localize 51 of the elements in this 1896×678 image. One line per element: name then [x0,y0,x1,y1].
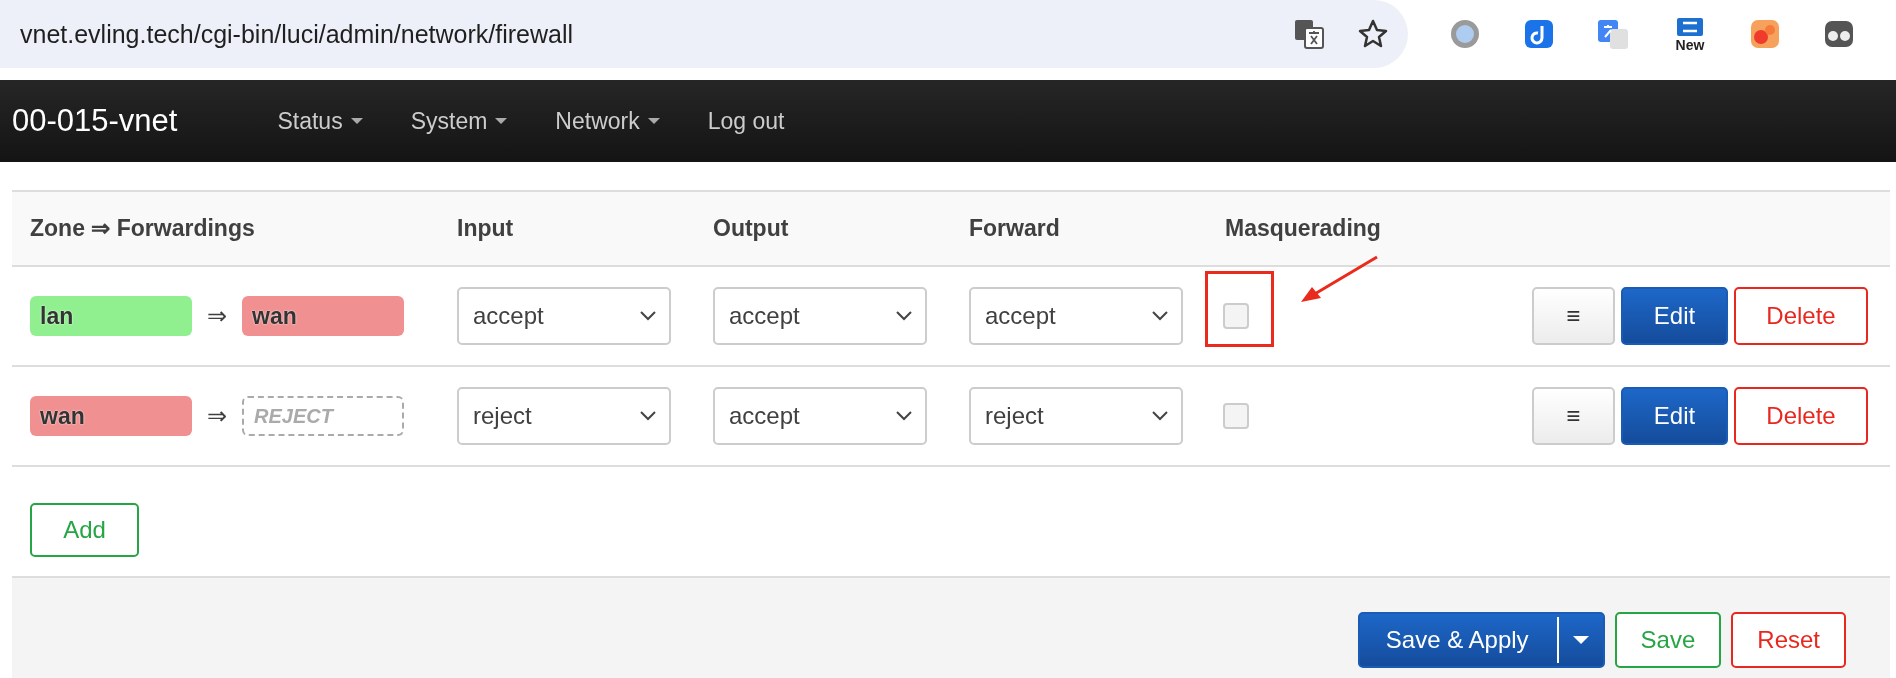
nav-menu[interactable]: Status [277,107,363,135]
edit-button[interactable]: Edit [1621,387,1728,445]
zone-badge: wan [30,396,192,436]
select-field[interactable]: reject [969,387,1183,445]
extension-icon[interactable] [1748,17,1782,51]
column-header: Input [457,215,515,242]
zone-badge: wan [242,296,404,336]
caret-icon [495,118,508,124]
delete-button[interactable]: Delete [1734,287,1868,345]
checkbox[interactable] [1223,303,1249,329]
select-field[interactable]: accept [713,287,927,345]
column-header: Output [713,215,790,242]
reset-button[interactable]: Reset [1731,612,1846,668]
chevron-icon [1151,310,1169,322]
caret-icon [350,118,363,124]
translate-icon[interactable] [1596,17,1630,51]
new-label: New [1675,38,1705,52]
select-field[interactable]: reject [457,387,671,445]
brand-title[interactable]: 00-015-vnet [12,103,178,139]
nav-link[interactable]: Log out [707,107,785,135]
column-header: Forward [969,215,1061,242]
select-field[interactable]: accept [457,287,671,345]
chevron-icon [895,410,913,422]
save-apply-button[interactable]: Save & Apply [1357,612,1605,668]
address-bar[interactable]: vnet.evling.tech/cgi-bin/luci/admin/network/firewall [0,0,1408,68]
column-header: Masquerading [1225,215,1382,242]
nav-menu[interactable]: Network [555,107,660,135]
column-header: Zone ⇒ Forwardings [30,215,256,242]
arrow-symbol: ⇒ [207,302,227,330]
arrow-symbol: ⇒ [207,402,227,430]
extension-icon[interactable] [1675,16,1705,38]
menu-button[interactable]: ≡ [1532,387,1615,445]
caret-icon [647,118,660,124]
chevron-icon [639,410,657,422]
checkbox[interactable] [1223,403,1249,429]
url-text: vnet.evling.tech/cgi-bin/luci/admin/network/firewall [20,19,575,49]
nav-menu[interactable]: System [410,107,508,135]
extension-icon[interactable] [1522,17,1556,51]
translate-icon[interactable] [1294,19,1324,49]
select-field[interactable]: accept [713,387,927,445]
delete-button[interactable]: Delete [1734,387,1868,445]
star-icon[interactable] [1358,19,1388,49]
zone-badge: lan [30,296,192,336]
select-field[interactable]: accept [969,287,1183,345]
chevron-icon [639,310,657,322]
chevron-icon [1151,410,1169,422]
edit-button[interactable]: Edit [1621,287,1728,345]
menu-button[interactable]: ≡ [1532,287,1615,345]
caret-icon[interactable] [1572,636,1589,644]
chevron-icon [895,310,913,322]
policy-badge: REJECT [242,396,404,436]
